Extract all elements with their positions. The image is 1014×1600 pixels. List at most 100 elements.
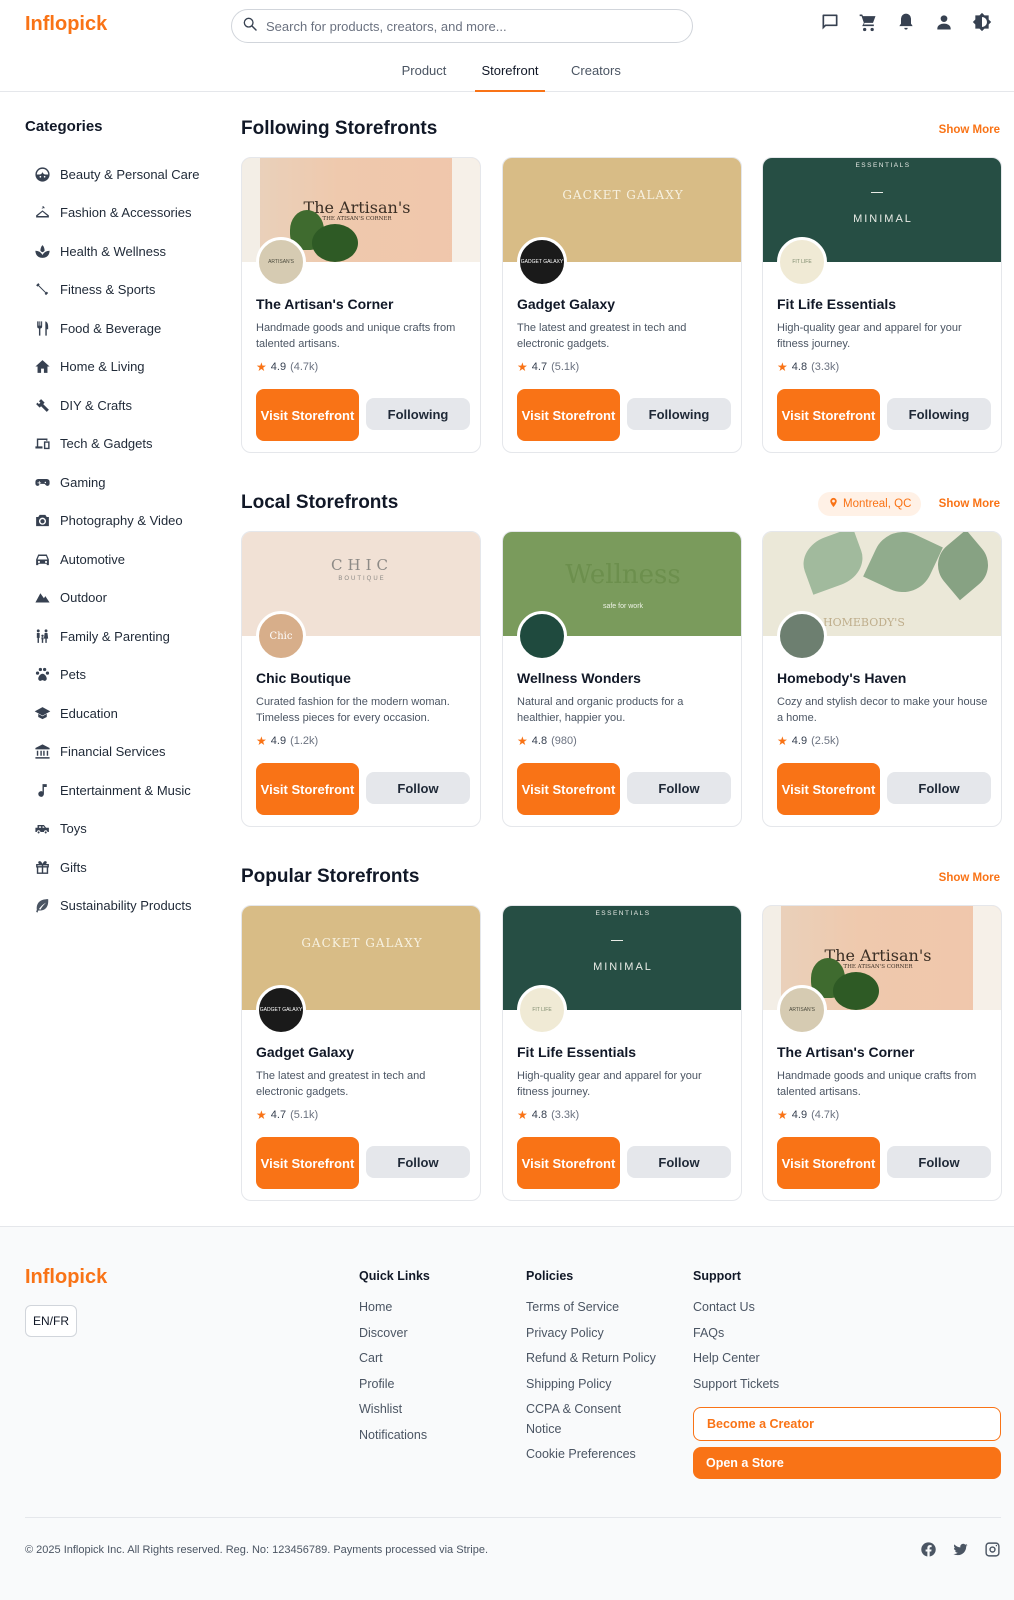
storefront-name[interactable]: The Artisan's Corner [777, 1044, 914, 1060]
storefront-card-the-artisan-s-corner[interactable]: The Artisan's THE ATISAN'S CORNER ARTISA… [241, 157, 481, 453]
bell-icon[interactable] [896, 12, 916, 32]
sidebar-item-food[interactable]: Food & Beverage [25, 309, 215, 348]
sidebar-item-gaming[interactable]: Gaming [25, 463, 215, 502]
sidebar-item-education[interactable]: Education [25, 694, 215, 733]
storefront-name[interactable]: Gadget Galaxy [256, 1044, 354, 1060]
brand-logo[interactable]: Inflopick [25, 13, 107, 36]
storefront-name[interactable]: The Artisan's Corner [256, 296, 393, 312]
follow-button[interactable]: Follow [887, 772, 991, 804]
storefront-avatar[interactable]: Chic [256, 611, 306, 661]
instagram-icon[interactable] [984, 1541, 1001, 1558]
tab-storefront[interactable]: Storefront [475, 52, 545, 92]
visit-storefront-button[interactable]: Visit Storefront [256, 1137, 359, 1189]
storefront-name[interactable]: Homebody's Haven [777, 670, 906, 686]
chat-icon[interactable] [820, 12, 840, 32]
visit-storefront-button[interactable]: Visit Storefront [777, 389, 880, 441]
footer-link-discover[interactable]: Discover [359, 1324, 430, 1344]
search-bar[interactable] [231, 9, 693, 43]
storefront-name[interactable]: Wellness Wonders [517, 670, 641, 686]
storefront-card-gadget-galaxy[interactable]: GACKET GALAXY GADGET GALAXY Gadget Galax… [241, 905, 481, 1201]
follow-button[interactable]: Follow [366, 1146, 470, 1178]
footer-link-wishlist[interactable]: Wishlist [359, 1400, 430, 1420]
footer-link-tickets[interactable]: Support Tickets [693, 1375, 779, 1395]
storefront-avatar[interactable] [777, 611, 827, 661]
tab-creators[interactable]: Creators [555, 52, 635, 92]
storefront-avatar[interactable]: FIT LIFE [777, 237, 827, 287]
footer-link-privacy[interactable]: Privacy Policy [526, 1324, 676, 1344]
storefront-name[interactable]: Fit Life Essentials [517, 1044, 636, 1060]
twitter-icon[interactable] [952, 1541, 969, 1558]
visit-storefront-button[interactable]: Visit Storefront [517, 1137, 620, 1189]
storefront-avatar[interactable]: ARTISAN'S [777, 985, 827, 1035]
follow-button[interactable]: Follow [627, 772, 731, 804]
footer-link-refund[interactable]: Refund & Return Policy [526, 1349, 676, 1369]
storefront-card-homebody-s-haven[interactable]: HOMEBODY'S Homebody's Haven Cozy and sty… [762, 531, 1002, 827]
follow-button[interactable]: Following [627, 398, 731, 430]
sidebar-item-toys[interactable]: Toys [25, 810, 215, 849]
visit-storefront-button[interactable]: Visit Storefront [256, 763, 359, 815]
sidebar-item-pets[interactable]: Pets [25, 656, 215, 695]
facebook-icon[interactable] [920, 1541, 937, 1558]
storefront-avatar[interactable] [517, 611, 567, 661]
footer-link-home[interactable]: Home [359, 1298, 430, 1318]
visit-storefront-button[interactable]: Visit Storefront [517, 389, 620, 441]
sidebar-item-entertainment[interactable]: Entertainment & Music [25, 771, 215, 810]
storefront-card-fit-life-essentials[interactable]: ESSENTIALS MINIMAL FIT LIFE Fit Life Ess… [762, 157, 1002, 453]
footer-link-help[interactable]: Help Center [693, 1349, 779, 1369]
language-toggle[interactable]: EN/FR [25, 1305, 77, 1337]
storefront-card-the-artisan-s-corner[interactable]: The Artisan's THE ATISAN'S CORNER ARTISA… [762, 905, 1002, 1201]
sidebar-item-financial[interactable]: Financial Services [25, 733, 215, 772]
storefront-name[interactable]: Gadget Galaxy [517, 296, 615, 312]
sidebar-item-fashion[interactable]: Fashion & Accessories [25, 194, 215, 233]
sidebar-item-beauty[interactable]: Beauty & Personal Care [25, 155, 215, 194]
follow-button[interactable]: Following [887, 398, 991, 430]
footer-link-faqs[interactable]: FAQs [693, 1324, 779, 1344]
show-more-popular[interactable]: Show More [939, 872, 1000, 884]
show-more-following[interactable]: Show More [939, 124, 1000, 136]
footer-logo[interactable]: Inflopick [25, 1266, 107, 1289]
open-store-button[interactable]: Open a Store [693, 1447, 1001, 1479]
visit-storefront-button[interactable]: Visit Storefront [517, 763, 620, 815]
storefront-card-gadget-galaxy[interactable]: GACKET GALAXY GADGET GALAXY Gadget Galax… [502, 157, 742, 453]
sidebar-item-home[interactable]: Home & Living [25, 348, 215, 387]
storefront-avatar[interactable]: ARTISAN'S [256, 237, 306, 287]
footer-link-terms[interactable]: Terms of Service [526, 1298, 676, 1318]
sidebar-item-health[interactable]: Health & Wellness [25, 232, 215, 271]
location-badge[interactable]: Montreal, QC [818, 492, 922, 516]
footer-link-notifications[interactable]: Notifications [359, 1426, 430, 1446]
tab-product[interactable]: Product [383, 52, 465, 92]
sidebar-item-gifts[interactable]: Gifts [25, 848, 215, 887]
footer-link-shipping[interactable]: Shipping Policy [526, 1375, 676, 1395]
storefront-name[interactable]: Chic Boutique [256, 670, 351, 686]
storefront-card-wellness-wonders[interactable]: Wellness safe for work Wellness Wonders … [502, 531, 742, 827]
show-more-local[interactable]: Show More [939, 498, 1000, 510]
sidebar-item-tech[interactable]: Tech & Gadgets [25, 425, 215, 464]
user-icon[interactable] [934, 12, 954, 32]
storefront-avatar[interactable]: GADGET GALAXY [517, 237, 567, 287]
follow-button[interactable]: Following [366, 398, 470, 430]
follow-button[interactable]: Follow [887, 1146, 991, 1178]
sidebar-item-family[interactable]: Family & Parenting [25, 617, 215, 656]
sidebar-item-photography[interactable]: Photography & Video [25, 502, 215, 541]
follow-button[interactable]: Follow [366, 772, 470, 804]
sidebar-item-sustainability[interactable]: Sustainability Products [25, 887, 215, 926]
storefront-avatar[interactable]: FIT LIFE [517, 985, 567, 1035]
footer-link-profile[interactable]: Profile [359, 1375, 430, 1395]
follow-button[interactable]: Follow [627, 1146, 731, 1178]
sidebar-item-outdoor[interactable]: Outdoor [25, 579, 215, 618]
footer-link-ccpa[interactable]: CCPA & Consent Notice [526, 1400, 646, 1439]
sidebar-item-diy[interactable]: DIY & Crafts [25, 386, 215, 425]
visit-storefront-button[interactable]: Visit Storefront [777, 1137, 880, 1189]
storefront-name[interactable]: Fit Life Essentials [777, 296, 896, 312]
visit-storefront-button[interactable]: Visit Storefront [777, 763, 880, 815]
sidebar-item-fitness[interactable]: Fitness & Sports [25, 271, 215, 310]
storefront-card-chic-boutique[interactable]: CHIC BOUTIQUE Chic Chic Boutique Curated… [241, 531, 481, 827]
search-input[interactable] [266, 18, 692, 34]
sidebar-item-automotive[interactable]: Automotive [25, 540, 215, 579]
become-creator-button[interactable]: Become a Creator [693, 1407, 1001, 1441]
visit-storefront-button[interactable]: Visit Storefront [256, 389, 359, 441]
footer-link-cookies[interactable]: Cookie Preferences [526, 1445, 676, 1465]
cart-icon[interactable] [858, 12, 878, 32]
footer-link-cart[interactable]: Cart [359, 1349, 430, 1369]
storefront-card-fit-life-essentials[interactable]: ESSENTIALS MINIMAL FIT LIFE Fit Life Ess… [502, 905, 742, 1201]
